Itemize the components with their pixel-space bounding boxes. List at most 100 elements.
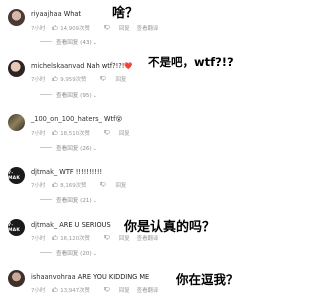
avatar[interactable]: 7-MAK — [8, 219, 25, 236]
comment-likes: 16,120次赞 — [52, 235, 97, 242]
comment-body: djtmak_ WTF !!!!!!!!!! — [31, 168, 102, 176]
view-replies-button[interactable]: 查看回复 (21)⌄ — [40, 198, 97, 205]
comment-meta: 7小时 14,909次赞 回复 查看翻译 — [31, 25, 165, 33]
comment-text: Wtf😵 — [104, 115, 123, 123]
comment-username[interactable]: riyaajhaa — [31, 10, 62, 18]
thumbs-up-icon[interactable] — [52, 76, 58, 81]
thumbs-up-icon[interactable] — [52, 235, 58, 240]
caption-overlay: 不是吧，wtf?!? — [148, 55, 234, 69]
comment-username[interactable]: djtmak_ — [31, 221, 57, 229]
comment-likes: 8,169次赞 — [52, 182, 93, 189]
reply-button[interactable]: 回复 — [115, 77, 126, 83]
likes-count: 14,909次赞 — [60, 25, 90, 32]
caption-overlay: 你是认真的吗？ — [124, 220, 216, 235]
comment-time: 7小时 — [31, 287, 46, 294]
thumbs-down-icon[interactable] — [103, 235, 110, 240]
likes-count: 13,947次赞 — [60, 287, 90, 294]
comment-text: What — [63, 10, 82, 18]
chevron-down-icon: ⌄ — [92, 146, 97, 152]
avatar[interactable] — [8, 60, 25, 77]
likes-count: 8,169次赞 — [60, 182, 87, 189]
comment-username[interactable]: djtmak_ — [31, 168, 57, 176]
comment-meta: 7小时 18,510次赞 回复 — [31, 130, 137, 138]
thumbs-up-icon[interactable] — [52, 287, 58, 292]
comment-time: 7小时 — [31, 76, 46, 83]
avatar[interactable] — [8, 114, 25, 131]
dislike-action[interactable] — [100, 76, 108, 83]
comment-likes: 13,947次赞 — [52, 287, 97, 294]
reply-button[interactable]: 回复 — [119, 26, 130, 32]
avatar-logo-text: 7-MAK — [8, 222, 21, 233]
dislike-action[interactable] — [103, 287, 112, 294]
translate-button[interactable]: 查看翻译 — [137, 288, 159, 294]
likes-count: 9,959次赞 — [60, 76, 87, 83]
dislike-action[interactable] — [100, 182, 108, 189]
comment-text: ARE YOU KIDDING ME — [77, 273, 150, 281]
comment-meta: 7小时 8,169次赞 回复 — [31, 182, 133, 190]
caption-overlay: 啥？ — [112, 6, 139, 21]
comment-likes: 18,510次赞 — [52, 130, 97, 137]
thumbs-down-icon[interactable] — [100, 182, 107, 187]
dislike-action[interactable] — [103, 235, 112, 242]
comment-time: 7小时 — [31, 182, 46, 189]
thumbs-up-icon[interactable] — [52, 25, 58, 30]
translate-button[interactable]: 查看翻译 — [137, 26, 159, 32]
comment-likes: 14,909次赞 — [52, 25, 97, 32]
chevron-down-icon: ⌄ — [92, 93, 97, 99]
comment-meta: 7小时 13,947次赞 回复 查看翻译 — [31, 287, 165, 295]
reply-button[interactable]: 回复 — [119, 236, 130, 242]
thread-line — [40, 252, 52, 253]
comment-time: 7小时 — [31, 235, 46, 242]
view-replies-button[interactable]: 查看回复 (95)⌄ — [40, 93, 97, 100]
view-replies-button[interactable]: 查看回复 (26)⌄ — [40, 146, 97, 153]
thumbs-up-icon[interactable] — [52, 130, 58, 135]
avatar[interactable]: 7-MAK — [8, 167, 25, 184]
likes-count: 18,510次赞 — [60, 130, 90, 137]
comment-username[interactable]: michelskaanvad — [31, 62, 84, 70]
comment-body: djtmak_ ARE U SERIOUS — [31, 221, 111, 229]
thumbs-down-icon[interactable] — [103, 287, 110, 292]
thread-line — [40, 41, 52, 42]
comment-text: WTF !!!!!!!!!! — [59, 168, 103, 176]
view-replies-label: 查看回复 (26) — [56, 146, 92, 152]
comment-body: michelskaanvad Nah wtf?!?!❤️ — [31, 62, 133, 70]
comment-time: 7小时 — [31, 25, 46, 32]
comment-body: riyaajhaa What — [31, 10, 81, 18]
thread-line — [40, 94, 52, 95]
view-replies-label: 查看回复 (43) — [56, 40, 92, 46]
view-replies-label: 查看回复 (20) — [56, 251, 92, 257]
comment-meta: 7小时 9,959次赞 回复 — [31, 76, 133, 84]
comment-text: ARE U SERIOUS — [59, 221, 111, 229]
view-replies-button[interactable]: 查看回复 (20)⌄ — [40, 251, 97, 258]
reply-button[interactable]: 回复 — [119, 131, 130, 137]
comment-username[interactable]: _100_on_100_haters_ — [31, 115, 102, 123]
reply-button[interactable]: 回复 — [115, 183, 126, 189]
comment-body: ishaanvohraa ARE YOU KIDDING ME — [31, 273, 149, 281]
avatar-logo-text: 7-MAK — [8, 170, 21, 181]
view-replies-label: 查看回复 (21) — [56, 198, 92, 204]
avatar[interactable] — [8, 9, 25, 26]
comment-time: 7小时 — [31, 130, 46, 137]
chevron-down-icon: ⌄ — [92, 251, 97, 257]
chevron-down-icon: ⌄ — [92, 198, 97, 204]
comment-text: Nah wtf?!?!❤️ — [86, 62, 133, 70]
thread-line — [40, 199, 52, 200]
translate-button[interactable]: 查看翻译 — [137, 236, 159, 242]
dislike-action[interactable] — [103, 25, 112, 32]
thumbs-down-icon[interactable] — [103, 130, 110, 135]
thumbs-down-icon[interactable] — [100, 76, 107, 81]
view-replies-label: 查看回复 (95) — [56, 93, 92, 99]
likes-count: 16,120次赞 — [60, 235, 90, 242]
caption-overlay: 你在逗我？ — [176, 272, 239, 287]
view-replies-button[interactable]: 查看回复 (43)⌄ — [40, 40, 97, 47]
avatar[interactable] — [8, 270, 25, 287]
reply-button[interactable]: 回复 — [119, 288, 130, 294]
comment-likes: 9,959次赞 — [52, 76, 93, 83]
comment-username[interactable]: ishaanvohraa — [31, 273, 76, 281]
thumbs-down-icon[interactable] — [103, 25, 110, 30]
thumbs-up-icon[interactable] — [52, 182, 58, 187]
comment-body: _100_on_100_haters_ Wtf😵 — [31, 115, 122, 123]
comment-meta: 7小时 16,120次赞 回复 查看翻译 — [31, 235, 165, 243]
thread-line — [40, 147, 52, 148]
dislike-action[interactable] — [103, 130, 112, 137]
